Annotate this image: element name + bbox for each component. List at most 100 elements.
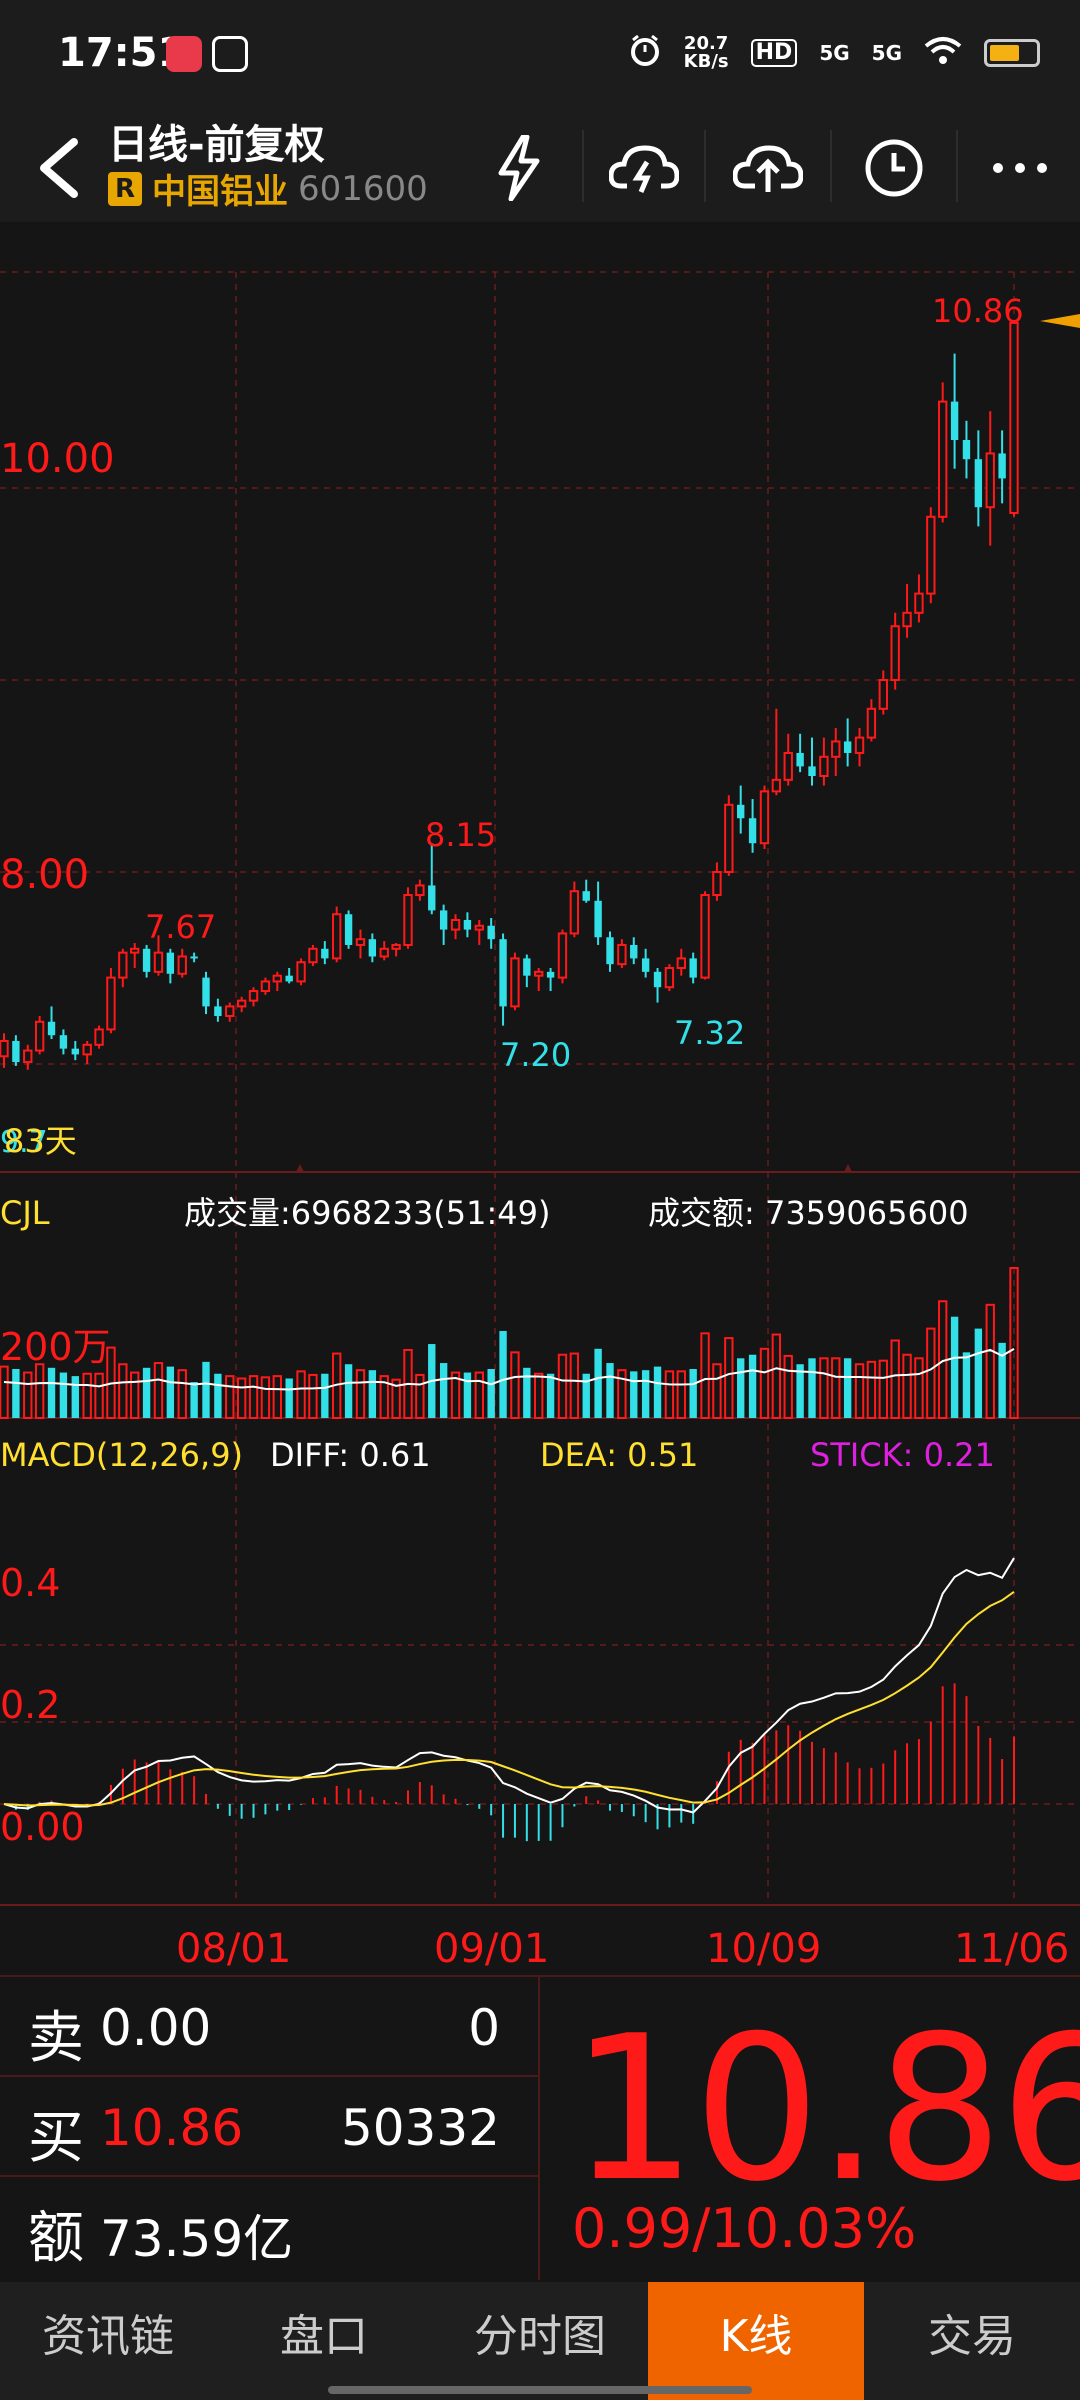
candle-body: [450, 919, 461, 931]
volume-bar: [926, 1327, 936, 1420]
candle-body: [0, 1039, 9, 1058]
volume-bar: [724, 1337, 734, 1419]
candle-body: [926, 515, 936, 595]
candle-body: [938, 400, 948, 518]
kline-chart[interactable]: 10.00 8.00 10.86 7.67 8.15 7.20 7.32 9.7…: [0, 222, 1080, 1977]
volume-bar: [808, 1358, 816, 1418]
history-button[interactable]: [854, 128, 934, 208]
date-axis-label: 09/01: [434, 1926, 549, 1972]
volume-bar: [12, 1368, 20, 1418]
candle-body: [355, 938, 366, 946]
tab-order-book[interactable]: 盘口: [216, 2282, 432, 2400]
last-price: 10.86: [570, 1993, 1080, 2226]
stock-subtitle[interactable]: R 中国铝业 601600: [108, 164, 428, 213]
candle-body: [439, 910, 448, 930]
volume-bar: [260, 1376, 271, 1419]
candle-body: [190, 956, 198, 959]
candle-body: [866, 707, 877, 739]
candle-body: [12, 1040, 20, 1063]
candle-body: [214, 1006, 222, 1016]
header-separator-2: [704, 130, 706, 202]
more-button[interactable]: [980, 128, 1060, 208]
macd-axis-label: 0.4: [0, 1561, 60, 1605]
candle-body: [974, 459, 983, 508]
clock-icon: [865, 139, 923, 197]
candle-body: [487, 925, 495, 940]
candle-body: [71, 1048, 79, 1055]
buy-label: 买: [28, 2106, 84, 2171]
candle-body: [332, 913, 342, 960]
candle-body: [34, 1020, 45, 1052]
back-button[interactable]: [30, 128, 90, 208]
volume-bar: [771, 1333, 782, 1420]
candle-body: [272, 974, 282, 983]
volume-bar: [569, 1352, 580, 1419]
candlestick-series: [0, 321, 1019, 1070]
status-bar: 17:51 20.7 KB/s HD 5G 5G: [0, 0, 1080, 110]
candle-body: [177, 955, 187, 975]
battery-icon: [984, 39, 1040, 67]
tab-news-chain[interactable]: 资讯链: [0, 2282, 216, 2400]
price-axis-label: 8.00: [0, 852, 89, 898]
cloud-upload-button[interactable]: [728, 128, 808, 208]
annotation-label: 7.67: [145, 908, 216, 946]
candle-body: [153, 951, 164, 973]
header-separator: [582, 130, 584, 202]
volume-bar: [843, 1358, 852, 1418]
volume-bar: [962, 1352, 971, 1418]
cloud-sync-button[interactable]: [604, 128, 684, 208]
hd-icon: HD: [750, 39, 798, 67]
candle-body: [606, 937, 614, 965]
candle-body: [474, 924, 484, 931]
candle-body: [47, 1021, 56, 1036]
volume-bar: [214, 1373, 222, 1418]
volume-bar: [759, 1347, 770, 1420]
lightning-icon: [498, 135, 540, 201]
candle-body: [142, 948, 151, 972]
tab-trade[interactable]: 交易: [864, 2282, 1080, 2400]
home-indicator[interactable]: [328, 2386, 752, 2394]
candle-body: [260, 980, 271, 993]
annotation-label: 8.15: [425, 816, 496, 854]
volume-bar: [700, 1332, 710, 1420]
volume-bar: [272, 1375, 282, 1419]
stock-name: 中国铝业: [152, 172, 288, 212]
candle-body: [808, 766, 816, 776]
candle-body: [582, 891, 590, 901]
volume-bar: [59, 1372, 68, 1418]
tab-kline[interactable]: K线: [648, 2282, 864, 2400]
candle-body: [534, 970, 544, 977]
candle-body: [285, 975, 293, 982]
candle-body: [225, 1005, 235, 1018]
tab-intraday[interactable]: 分时图: [432, 2282, 648, 2400]
candle-body: [724, 803, 734, 873]
candle-body: [59, 1035, 68, 1049]
volume-bar: [819, 1357, 829, 1419]
r-badge: R: [108, 171, 142, 206]
period-marker-2: [844, 1164, 852, 1172]
volume-bar: [0, 1365, 9, 1420]
volume-bar: [878, 1359, 888, 1419]
volume-label: CJL: [0, 1194, 50, 1232]
candle-body: [236, 999, 247, 1008]
signal-5g-icon: 5G: [819, 41, 850, 65]
volume-bar: [630, 1371, 638, 1418]
candle-body: [594, 900, 602, 938]
volume-bar: [950, 1316, 959, 1418]
volume-bar: [94, 1372, 104, 1419]
period-marker: [296, 1164, 304, 1172]
volume-bar: [368, 1370, 377, 1418]
cloud-lightning-icon: [609, 145, 679, 193]
days-label: 83天: [4, 1122, 77, 1160]
candle-body: [950, 401, 959, 440]
wifi-icon: [924, 36, 962, 70]
candle-body: [463, 920, 472, 930]
candle-body: [321, 948, 329, 959]
cloud-upload-icon: [733, 145, 803, 192]
sell-qty: 0: [468, 1999, 500, 2057]
lightning-button[interactable]: [478, 128, 558, 208]
candle-body: [843, 741, 852, 753]
volume-bar: [439, 1363, 448, 1418]
volume-bar: [153, 1362, 164, 1420]
app-header: 日线-前复权 R 中国铝业 601600: [0, 110, 1080, 222]
